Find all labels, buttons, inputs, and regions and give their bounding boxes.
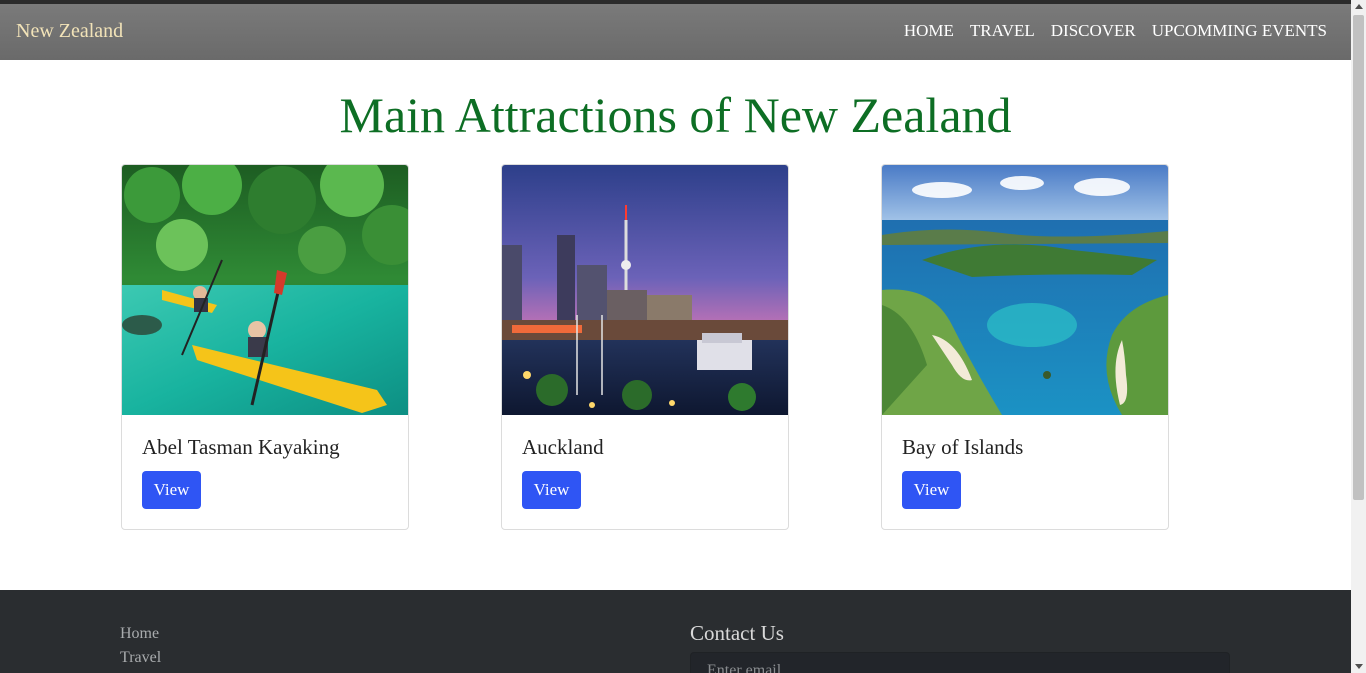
nav-home[interactable]: HOME (904, 21, 954, 41)
scrollbar[interactable] (1351, 0, 1366, 673)
email-input[interactable] (690, 652, 1230, 673)
footer-links: Home Travel (120, 622, 161, 670)
footer-link-travel[interactable]: Travel (120, 646, 161, 670)
footer-link-home[interactable]: Home (120, 622, 161, 646)
bay-of-islands-image (882, 165, 1168, 415)
card-title: Abel Tasman Kayaking (142, 435, 340, 459)
nav-travel[interactable]: TRAVEL (970, 21, 1035, 41)
auckland-image (502, 165, 788, 415)
view-button[interactable]: View (522, 471, 581, 509)
scrollbar-thumb[interactable] (1353, 15, 1364, 500)
scroll-down-icon[interactable] (1355, 664, 1363, 669)
navbar: New Zealand HOME TRAVEL DISCOVER UPCOMMI… (0, 4, 1351, 60)
card-title: Auckland (522, 435, 604, 459)
attraction-card-bay-of-islands: Bay of Islands View (881, 164, 1169, 530)
page-title: Main Attractions of New Zealand (339, 87, 1012, 143)
view-button[interactable]: View (902, 471, 961, 509)
footer: Home Travel Contact Us (0, 590, 1351, 673)
attraction-card-auckland: Auckland View (501, 164, 789, 530)
nav-discover[interactable]: DISCOVER (1051, 21, 1136, 41)
brand-link[interactable]: New Zealand (16, 20, 123, 43)
view-button[interactable]: View (142, 471, 201, 509)
card-title: Bay of Islands (902, 435, 1024, 459)
kayaking-image (122, 165, 408, 415)
attraction-card-abel-tasman: Abel Tasman Kayaking View (121, 164, 409, 530)
scroll-up-icon[interactable] (1355, 4, 1363, 9)
nav-upcoming-events[interactable]: UPCOMMING EVENTS (1152, 21, 1327, 41)
page: New Zealand HOME TRAVEL DISCOVER UPCOMMI… (0, 0, 1351, 673)
nav-links: HOME TRAVEL DISCOVER UPCOMMING EVENTS (904, 21, 1327, 41)
contact-title: Contact Us (690, 621, 784, 645)
